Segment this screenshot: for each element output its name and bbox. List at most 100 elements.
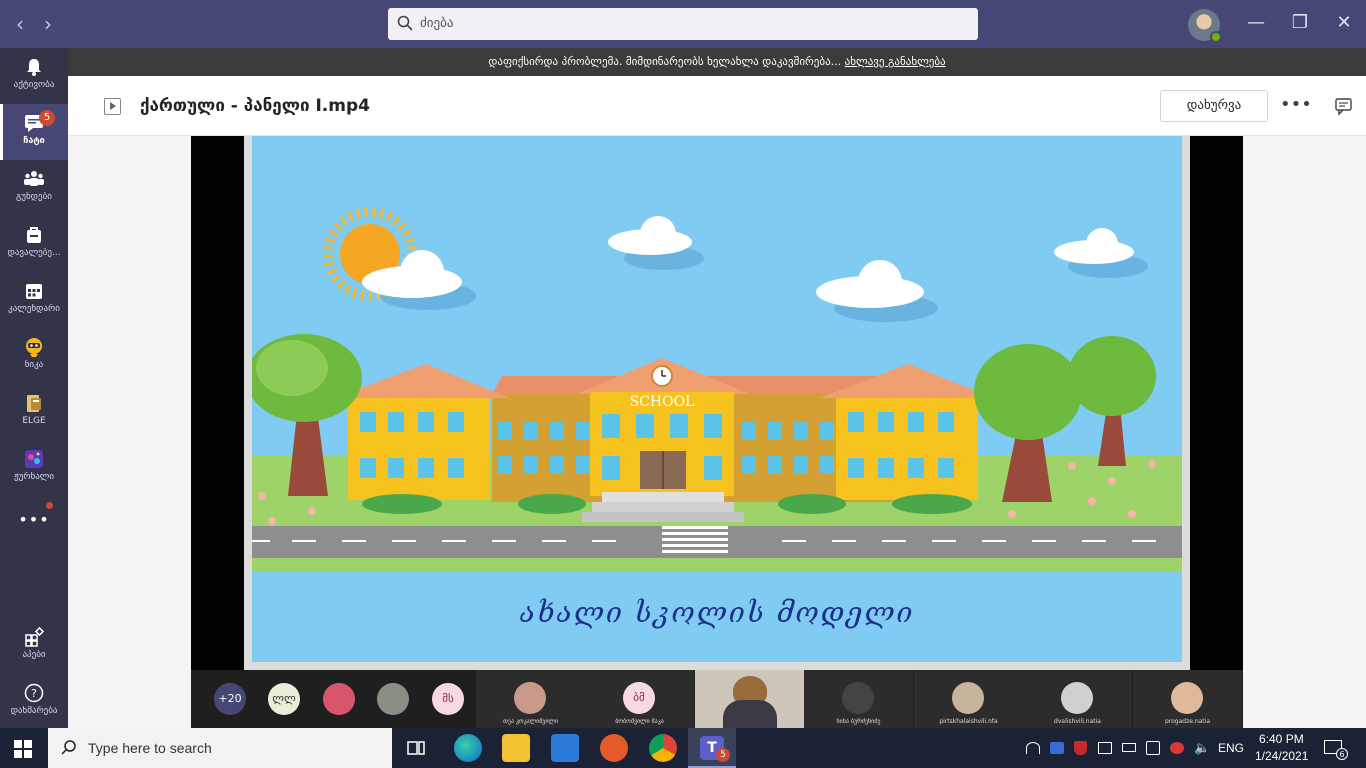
school-scene-image: SCHOOL (252, 207, 1182, 662)
participant-avatar[interactable] (323, 683, 355, 715)
battery-icon[interactable] (1122, 743, 1136, 752)
participant-photo (952, 682, 984, 714)
minimize-button[interactable]: — (1236, 12, 1276, 33)
calendar-icon (26, 284, 42, 299)
more-icon: ••• (18, 510, 50, 529)
journal-icon (25, 450, 43, 468)
taskbar-search-text: Type here to search (88, 740, 212, 756)
page-title: ქართული - პანელი I.mp4 (140, 96, 370, 116)
rail-item-journal[interactable]: ჟურნალი (0, 440, 68, 496)
teams-taskbar-button[interactable]: T 5 (688, 728, 736, 768)
rail-label: აქტივობა (13, 80, 55, 90)
participant-name: ნინა ბურძენიძე (836, 718, 881, 725)
chevron-right-icon[interactable]: › (36, 12, 60, 36)
teams-icon (24, 171, 44, 186)
participant-photo (1061, 682, 1093, 714)
rail-label: დახმარება (10, 706, 58, 716)
rail-item-teams[interactable]: გუნდები (0, 160, 68, 216)
tray-app-icon[interactable] (1050, 742, 1064, 754)
rail-item-nika[interactable]: ნიკა (0, 328, 68, 384)
chrome-icon[interactable] (649, 734, 677, 762)
refresh-now-link[interactable]: ახლავე განახლება (845, 55, 946, 68)
presence-available-icon (1210, 31, 1222, 43)
edge-icon[interactable] (454, 734, 482, 762)
participant-avatar[interactable]: ლლ (268, 683, 300, 715)
clock-date[interactable]: 1/24/2021 (1255, 749, 1308, 763)
input-language[interactable]: ENG (1218, 741, 1244, 755)
more-notification-dot (46, 502, 53, 509)
participant-tile[interactable]: progadze.natia (1133, 670, 1242, 728)
rail-item-apps[interactable]: აპები (0, 618, 68, 674)
participant-name: pirtskhalaishvili.nfa (939, 718, 998, 725)
participant-name: თეა კოკალიშვილი (503, 718, 558, 725)
participant-video-body (723, 700, 777, 728)
rail-label: აპები (22, 650, 46, 660)
video-file-icon (104, 98, 121, 115)
participant-tile[interactable]: ბმ ბობოშვილი მაკა (585, 670, 694, 728)
file-explorer-icon[interactable] (502, 734, 530, 762)
network-icon[interactable] (1146, 741, 1160, 755)
search-icon (397, 15, 413, 31)
search-placeholder: ძიება (420, 16, 454, 31)
windows-start-icon[interactable] (14, 740, 32, 758)
participant-tile[interactable]: ნინა ბურძენიძე (804, 670, 913, 728)
participant-avatar[interactable] (377, 683, 409, 715)
participant-video-tile[interactable] (695, 670, 804, 728)
chat-unread-badge: 5 (39, 110, 55, 126)
participants-strip: +20 ლლ მს თეა კოკალიშვილი ბმ ბობოშვილი მ… (191, 670, 1243, 728)
maximize-button[interactable]: ❐ (1280, 12, 1320, 33)
participant-photo (514, 682, 546, 714)
wifi-icon[interactable] (1026, 742, 1040, 754)
participant-name: ბობოშვილი მაკა (615, 718, 664, 725)
title-bar: ‹ › ძიება — ❐ ✕ (0, 0, 1366, 48)
rail-item-elge[interactable]: ELGE (0, 384, 68, 440)
notification-count-badge: 6 (1336, 748, 1348, 760)
paint-icon[interactable] (600, 734, 628, 762)
rail-label: ELGE (22, 416, 46, 426)
mail-icon[interactable] (551, 734, 579, 762)
participant-avatar[interactable]: მს (432, 683, 464, 715)
apps-icon (25, 626, 45, 647)
participant-name: dvalishvili.natia (1054, 718, 1101, 725)
conversation-icon[interactable] (1332, 94, 1356, 118)
more-apps-button[interactable]: ••• (0, 496, 68, 552)
more-participants-button[interactable]: +20 (214, 683, 246, 715)
participant-tile[interactable]: pirtskhalaishvili.nfa (914, 670, 1023, 728)
keyboard-icon[interactable] (1098, 742, 1112, 754)
search-input[interactable]: ძიება (388, 8, 978, 40)
app-rail: აქტივობა 5 ჩატი გუნდები დავალებე... კალე… (0, 48, 68, 728)
rail-item-calendar[interactable]: კალენდარი (0, 272, 68, 328)
video-player[interactable]: SCHOOL ახალი სკოლის მოდელი (191, 136, 1243, 670)
rail-item-assignments[interactable]: დავალებე... (0, 216, 68, 272)
close-window-button[interactable]: ✕ (1324, 12, 1364, 33)
more-options-button[interactable]: ••• (1280, 90, 1312, 122)
participant-photo (1171, 682, 1203, 714)
task-view-icon[interactable] (406, 738, 426, 758)
file-header: ქართული - პანელი I.mp4 დახურვა ••• (68, 76, 1366, 136)
shield-icon[interactable] (1074, 741, 1087, 755)
rail-label: ჩატი (23, 136, 45, 146)
reconnect-banner: დაფიქსირდა პრობლემა. მიმდინარეობს ხელახლ… (68, 48, 1366, 76)
elge-icon (27, 395, 41, 412)
volume-icon[interactable]: 🔈 (1194, 741, 1210, 756)
participant-tile[interactable]: dvalishvili.natia (1023, 670, 1132, 728)
participant-tile[interactable]: თეა კოკალიშვილი (476, 670, 585, 728)
clock-time[interactable]: 6:40 PM (1259, 732, 1304, 746)
profile-avatar[interactable] (1188, 9, 1222, 43)
rail-label: დავალებე... (7, 248, 61, 258)
rail-item-chat[interactable]: 5 ჩატი (0, 104, 68, 160)
banner-message: დაფიქსირდა პრობლემა. მიმდინარეობს ხელახლ… (488, 55, 845, 68)
close-button[interactable]: დახურვა (1160, 90, 1268, 122)
rail-label: კალენდარი (8, 304, 60, 314)
rail-label: გუნდები (16, 192, 52, 202)
video-frame: SCHOOL ახალი სკოლის მოდელი (244, 136, 1190, 670)
windows-taskbar: Type here to search T 5 🔈 ENG 6:40 PM 1/… (0, 728, 1366, 768)
rail-label: ნიკა (24, 360, 44, 370)
chevron-left-icon[interactable]: ‹ (8, 12, 32, 36)
bot-icon (26, 338, 42, 357)
rail-label: ჟურნალი (13, 472, 55, 482)
rail-item-activity[interactable]: აქტივობა (0, 48, 68, 104)
taskbar-search[interactable]: Type here to search (48, 728, 392, 768)
tray-notify-icon[interactable] (1170, 742, 1184, 754)
rail-item-help[interactable]: ? დახმარება (0, 674, 68, 730)
